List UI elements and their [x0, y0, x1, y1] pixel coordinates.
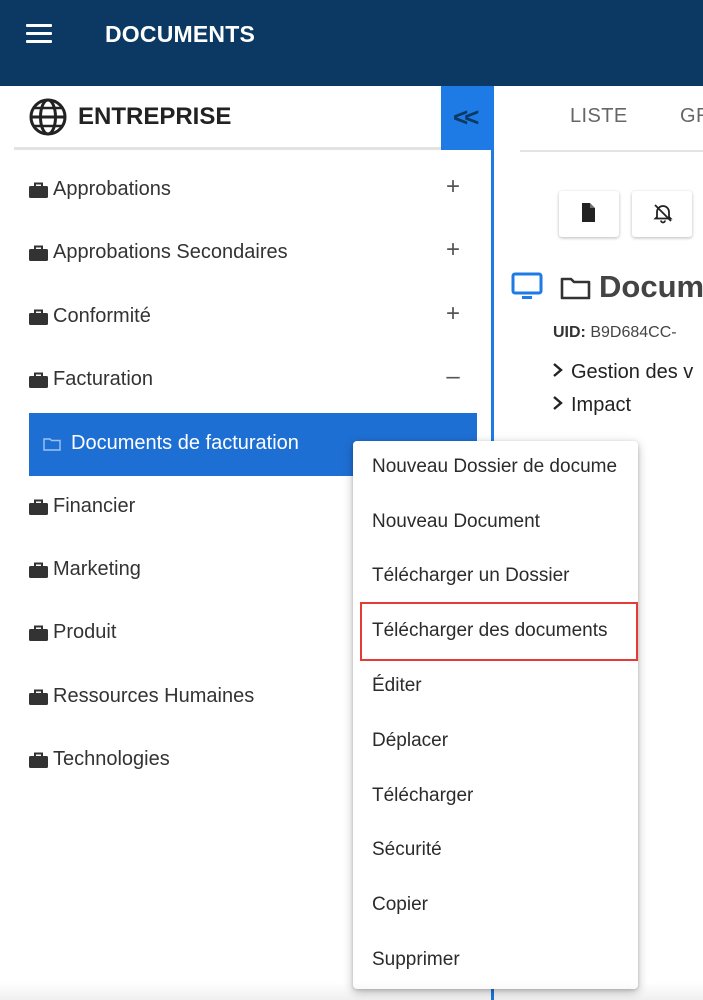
- sidebar-header: ENTREPRISE: [14, 86, 442, 150]
- menu-item-edit[interactable]: Éditer: [353, 660, 638, 714]
- collapse-sidebar-button[interactable]: <<: [441, 86, 494, 150]
- context-menu: Nouveau Dossier de docume Nouveau Docume…: [353, 441, 638, 989]
- menu-item-download[interactable]: Télécharger: [353, 770, 638, 824]
- expand-label: Gestion des v: [571, 361, 694, 383]
- tree-item-label: Facturation: [53, 368, 154, 390]
- notifications-off-icon: [653, 204, 673, 224]
- menu-item-label: Nouveau Dossier de docume: [372, 456, 618, 477]
- globe-icon: [29, 98, 67, 136]
- tree-item-label: Conformité: [53, 305, 151, 327]
- new-document-button[interactable]: [559, 191, 619, 237]
- briefcase-icon: [29, 182, 48, 198]
- briefcase-icon: [29, 499, 48, 515]
- notifications-off-button[interactable]: [632, 191, 692, 237]
- tree-item-label: Approbations Secondaires: [53, 241, 288, 263]
- uid-label: UID:: [553, 324, 586, 341]
- menu-item-label: Supprimer: [372, 949, 460, 970]
- briefcase-icon: [29, 245, 48, 261]
- menu-item-move[interactable]: Déplacer: [353, 715, 638, 769]
- menu-item-new-folder[interactable]: Nouveau Dossier de docume: [353, 441, 638, 495]
- hamburger-icon[interactable]: [26, 22, 54, 46]
- tree-item-facturation[interactable]: Facturation –: [0, 355, 491, 407]
- uid-value: B9D684CC-: [590, 324, 677, 341]
- menu-item-new-document[interactable]: Nouveau Document: [353, 496, 638, 550]
- briefcase-icon: [29, 625, 48, 641]
- briefcase-icon: [29, 562, 48, 578]
- tree-item-label: Documents de facturation: [71, 432, 299, 454]
- menu-item-label: Télécharger: [372, 785, 474, 806]
- tree-item-label: Produit: [53, 621, 117, 643]
- tree-item-approbations-secondaires[interactable]: Approbations Secondaires +: [0, 228, 491, 280]
- menu-item-label: Télécharger un Dossier: [372, 565, 570, 586]
- tree-item-label: Approbations: [53, 178, 171, 200]
- menu-item-copy[interactable]: Copier: [353, 879, 638, 933]
- chevron-right-icon: [553, 396, 563, 410]
- tab-liste[interactable]: LISTE: [570, 105, 628, 128]
- menu-item-delete[interactable]: Supprimer: [353, 934, 638, 988]
- briefcase-icon: [29, 752, 48, 768]
- briefcase-icon: [29, 372, 48, 388]
- menu-item-label: Sécurité: [372, 839, 442, 860]
- tabs-divider: [520, 150, 703, 152]
- folder-icon: [43, 438, 61, 451]
- tree-item-label: Financier: [53, 495, 136, 517]
- menu-item-upload-folder[interactable]: Télécharger un Dossier: [353, 550, 638, 604]
- tree-item-conformite[interactable]: Conformité +: [0, 292, 491, 344]
- expand-impact[interactable]: Impact: [551, 394, 703, 417]
- new-document-icon: [582, 203, 595, 222]
- menu-item-label: Nouveau Document: [372, 511, 540, 532]
- menu-item-label: Éditer: [372, 675, 422, 696]
- bottom-shadow: [0, 982, 703, 1000]
- expand-gestion[interactable]: Gestion des v: [551, 361, 703, 384]
- menu-item-security[interactable]: Sécurité: [353, 824, 638, 878]
- monitor-icon: [511, 272, 543, 299]
- document-title: Docum: [599, 269, 703, 304]
- menu-item-label: Copier: [372, 894, 428, 915]
- menu-item-upload-documents[interactable]: Télécharger des documents: [353, 605, 638, 659]
- document-title-row: Docum: [511, 265, 703, 309]
- tab-gr[interactable]: GR: [680, 105, 703, 128]
- uid-row: UID: B9D684CC-: [553, 324, 703, 342]
- tree-item-label: Technologies: [53, 748, 170, 770]
- briefcase-icon: [29, 309, 48, 325]
- briefcase-icon: [29, 689, 48, 705]
- app-title: DOCUMENTS: [105, 21, 256, 47]
- chevron-right-icon: [553, 363, 563, 377]
- app-bar: DOCUMENTS: [0, 0, 703, 86]
- sidebar-title: ENTREPRISE: [78, 103, 232, 130]
- collapse-toggle[interactable]: –: [444, 363, 462, 391]
- expand-toggle[interactable]: +: [444, 300, 462, 328]
- expand-toggle[interactable]: +: [444, 173, 462, 201]
- tree-item-approbations[interactable]: Approbations +: [0, 165, 491, 217]
- menu-item-label: Déplacer: [372, 730, 449, 751]
- expand-toggle[interactable]: +: [444, 236, 462, 264]
- tree-item-label: Marketing: [53, 558, 141, 580]
- menu-item-label: Télécharger des documents: [372, 620, 608, 641]
- expand-label: Impact: [571, 394, 632, 416]
- double-chevron-left-icon: <<: [453, 102, 479, 132]
- tree-item-label: Ressources Humaines: [53, 685, 255, 707]
- folder-icon: [560, 277, 591, 300]
